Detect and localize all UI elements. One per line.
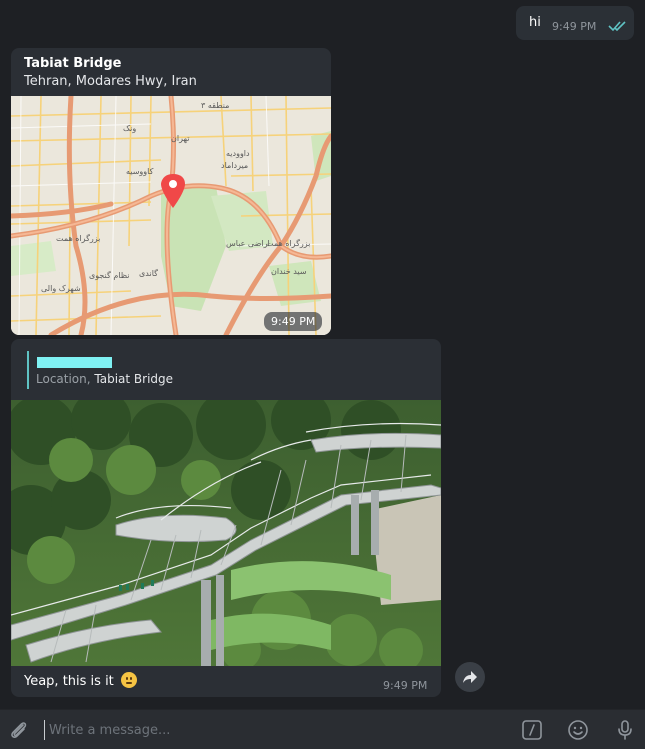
message-time: 9:49 PM: [552, 20, 597, 33]
map-image: منطقه ۳ ونک تهران داوودیه میرداماد کاووس…: [11, 96, 331, 335]
reply-prefix: Location,: [36, 372, 91, 386]
message-input[interactable]: [44, 720, 494, 740]
svg-text:میرداماد: میرداماد: [221, 161, 248, 170]
redacted-sender-name: [37, 357, 112, 368]
location-message[interactable]: Tabiat Bridge Tehran, Modares Hwy, Iran: [11, 48, 331, 335]
message-text: hi: [529, 15, 541, 30]
outgoing-message[interactable]: hi 9:49 PM: [516, 6, 634, 40]
paperclip-icon[interactable]: [8, 719, 30, 741]
double-check-icon: [608, 21, 626, 32]
location-title: Tabiat Bridge: [24, 56, 122, 71]
reply-target: Tabiat Bridge: [94, 372, 174, 386]
svg-text:منطقه ۳: منطقه ۳: [201, 101, 229, 110]
caption-text: Yeap, this is it: [24, 674, 114, 689]
message-composer: [0, 709, 645, 749]
svg-text:تهران: تهران: [171, 134, 189, 143]
message-time: 9:49 PM: [264, 312, 323, 331]
map-preview[interactable]: منطقه ۳ ونک تهران داوودیه میرداماد کاووس…: [11, 96, 331, 335]
reply-subtitle: Location, Tabiat Bridge: [36, 372, 173, 386]
bot-command-icon[interactable]: [521, 719, 543, 741]
emoji-icon[interactable]: [567, 719, 589, 741]
message-time: 9:49 PM: [383, 679, 428, 692]
svg-text:بزرگراه همت: بزرگراه همت: [266, 238, 310, 248]
photo-message[interactable]: Location, Tabiat Bridge Yeap, this is it…: [11, 339, 441, 697]
microphone-icon[interactable]: [614, 719, 636, 741]
photo-image[interactable]: [11, 400, 441, 666]
chat-area: hi 9:49 PM Tabiat Bridge Tehran, Modares…: [0, 0, 645, 709]
svg-text:ونک: ونک: [123, 124, 136, 133]
svg-text:بزرگراه همت: بزرگراه همت: [56, 233, 100, 243]
photo-caption: Yeap, this is it: [24, 672, 137, 689]
svg-text:گاندی: گاندی: [139, 268, 158, 278]
svg-text:نظام گنجوی: نظام گنجوی: [89, 270, 130, 280]
bridge-photo: [11, 400, 441, 666]
svg-text:شهرک والی: شهرک والی: [41, 284, 81, 293]
svg-text:داوودیه: داوودیه: [226, 149, 250, 158]
forward-arrow-icon: [463, 671, 477, 683]
svg-text:کاووسیه: کاووسیه: [126, 167, 154, 176]
svg-text:اراضی عباس: اراضی عباس: [226, 239, 270, 248]
forward-button[interactable]: [455, 662, 485, 692]
reply-preview[interactable]: Location, Tabiat Bridge: [27, 351, 327, 389]
location-address: Tehran, Modares Hwy, Iran: [24, 74, 197, 89]
svg-text:سید خندان: سید خندان: [271, 267, 307, 276]
smile-emoji-icon: [120, 672, 137, 688]
